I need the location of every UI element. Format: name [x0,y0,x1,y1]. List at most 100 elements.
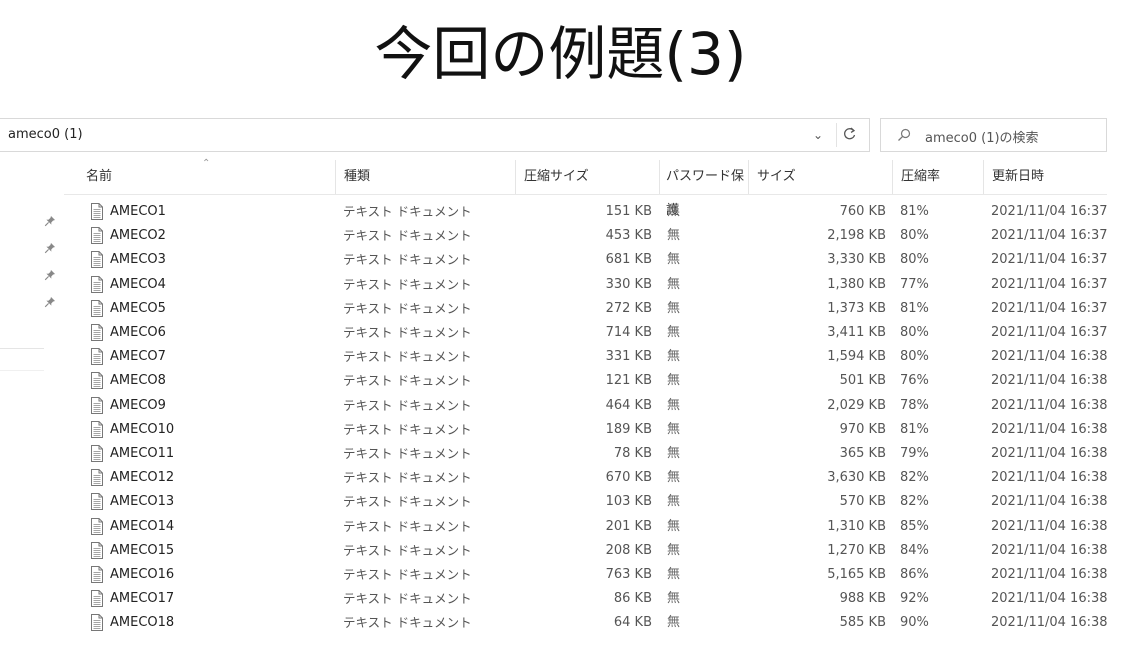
file-size: 1,270 KB [827,542,886,558]
file-row[interactable]: AMECO15 テキスト ドキュメント 208 KB 無 1,270 KB 84… [64,539,1108,563]
nav-divider [0,348,44,349]
file-modified: 2021/11/04 16:38 [991,349,1108,365]
file-ratio: 80% [900,228,929,244]
file-name[interactable]: AMECO16 [110,563,174,587]
file-size: 2,029 KB [827,397,886,413]
file-modified: 2021/11/04 16:38 [991,446,1108,461]
file-name[interactable]: AMECO9 [110,394,166,418]
search-box[interactable]: ameco0 (1)の検索 [880,118,1107,152]
file-size: 2,198 KB [827,228,886,244]
chevron-down-icon[interactable]: ⌄ [808,125,828,145]
address-bar[interactable]: ameco0 (1) ⌄ [0,118,870,152]
file-row[interactable]: AMECO1 テキスト ドキュメント 151 KB 無 760 KB 81% 2… [64,200,1108,224]
file-row[interactable]: AMECO11 テキスト ドキュメント 78 KB 無 365 KB 79% 2… [64,442,1108,466]
file-name[interactable]: AMECO3 [110,248,166,272]
file-type: テキスト ドキュメント [343,325,472,340]
file-name[interactable]: AMECO2 [110,224,166,248]
file-row[interactable]: AMECO2 テキスト ドキュメント 453 KB 無 2,198 KB 80%… [64,224,1108,248]
file-row[interactable]: AMECO16 テキスト ドキュメント 763 KB 無 5,165 KB 86… [64,563,1108,587]
file-name[interactable]: AMECO13 [110,490,174,514]
text-document-icon [90,469,104,487]
file-modified: 2021/11/04 16:38 [991,373,1108,389]
file-size: 1,373 KB [827,300,886,316]
file-row[interactable]: AMECO9 テキスト ドキュメント 464 KB 無 2,029 KB 78%… [64,394,1108,418]
file-password-protected: 無 [667,300,681,316]
slide-title: 今回の例題(3) [374,20,747,88]
file-ratio: 82% [900,494,929,510]
file-type: テキスト ドキュメント [343,446,472,461]
file-row[interactable]: AMECO6 テキスト ドキュメント 714 KB 無 3,411 KB 80%… [64,321,1108,345]
file-type: テキスト ドキュメント [343,228,472,244]
file-name[interactable]: AMECO1 [110,200,166,224]
file-name[interactable]: AMECO12 [110,466,174,490]
file-row[interactable]: AMECO14 テキスト ドキュメント 201 KB 無 1,310 KB 85… [64,515,1108,539]
file-row[interactable]: AMECO5 テキスト ドキュメント 272 KB 無 1,373 KB 81%… [64,297,1108,321]
file-password-protected: 無 [667,494,681,510]
file-name[interactable]: AMECO5 [110,297,166,321]
file-type: テキスト ドキュメント [343,494,472,510]
file-size: 1,310 KB [827,518,886,534]
file-name[interactable]: AMECO17 [110,587,174,611]
search-icon [897,127,911,146]
file-modified: 2021/11/04 16:38 [991,518,1108,534]
file-ratio: 76% [900,373,929,389]
column-header-type[interactable]: 種類 [336,160,515,194]
file-name[interactable]: AMECO18 [110,611,174,635]
file-name[interactable]: AMECO7 [110,345,166,369]
file-row[interactable]: AMECO3 テキスト ドキュメント 681 KB 無 3,330 KB 80%… [64,248,1108,272]
file-name[interactable]: AMECO6 [110,321,166,345]
text-document-icon [90,299,104,317]
file-row[interactable]: AMECO17 テキスト ドキュメント 86 KB 無 988 KB 92% 2… [64,587,1108,611]
pin-icon[interactable] [44,266,60,282]
file-row[interactable]: AMECO7 テキスト ドキュメント 331 KB 無 1,594 KB 80%… [64,345,1108,369]
file-modified: 2021/11/04 16:38 [991,567,1108,582]
file-name[interactable]: AMECO11 [110,442,174,466]
text-document-icon [90,275,104,293]
file-type: テキスト ドキュメント [343,518,472,534]
column-header-modified[interactable]: 更新日時 [984,160,1107,194]
file-compressed-size: 331 KB [605,349,652,365]
pin-icon[interactable] [44,212,60,228]
file-name[interactable]: AMECO10 [110,418,174,442]
file-row[interactable]: AMECO18 テキスト ドキュメント 64 KB 無 585 KB 90% 2… [64,611,1108,635]
column-header-compressed[interactable]: 圧縮サイズ [516,160,659,194]
file-ratio: 80% [900,252,929,268]
pin-icon[interactable] [44,293,60,309]
file-row[interactable]: AMECO8 テキスト ドキュメント 121 KB 無 501 KB 76% 2… [64,369,1108,393]
file-modified: 2021/11/04 16:37 [991,300,1108,316]
file-compressed-size: 208 KB [605,542,652,558]
column-header-password[interactable]: パスワード保護 [660,160,748,218]
file-name[interactable]: AMECO4 [110,273,166,297]
file-row[interactable]: AMECO13 テキスト ドキュメント 103 KB 無 570 KB 82% … [64,490,1108,514]
file-compressed-size: 453 KB [605,228,652,244]
file-password-protected: 無 [667,518,681,534]
text-document-icon [90,324,104,341]
search-input[interactable]: ameco0 (1)の検索 [925,127,1039,146]
file-name[interactable]: AMECO8 [110,369,166,393]
file-modified: 2021/11/04 16:37 [991,228,1108,244]
file-password-protected: 無 [667,421,681,437]
address-text[interactable]: ameco0 (1) [8,127,83,142]
pin-icon[interactable] [44,239,60,255]
file-ratio: 81% [900,300,929,316]
file-size: 585 KB [839,615,886,631]
column-header-name[interactable]: 名前 [78,160,335,194]
file-row[interactable]: AMECO10 テキスト ドキュメント 189 KB 無 970 KB 81% … [64,418,1108,442]
file-ratio: 92% [900,591,929,607]
file-type: テキスト ドキュメント [343,591,472,607]
file-row[interactable]: AMECO4 テキスト ドキュメント 330 KB 無 1,380 KB 77%… [64,273,1108,297]
file-row[interactable]: AMECO12 テキスト ドキュメント 670 KB 無 3,630 KB 82… [64,466,1108,490]
file-name[interactable]: AMECO15 [110,539,174,563]
column-header-size[interactable]: サイズ [749,160,892,194]
column-header-row: ⌃ 名前 種類 圧縮サイズ パスワード保護 サイズ 圧縮率 更新日時 [64,158,1107,218]
refresh-icon[interactable] [836,123,860,147]
text-document-icon [90,396,104,414]
file-name[interactable]: AMECO14 [110,515,174,539]
column-header-ratio[interactable]: 圧縮率 [893,160,983,194]
file-compressed-size: 64 KB [613,615,652,631]
file-size: 1,594 KB [827,349,886,365]
file-ratio: 79% [900,446,929,461]
text-document-icon [90,348,104,366]
file-password-protected: 無 [667,446,681,461]
file-modified: 2021/11/04 16:38 [991,470,1108,486]
